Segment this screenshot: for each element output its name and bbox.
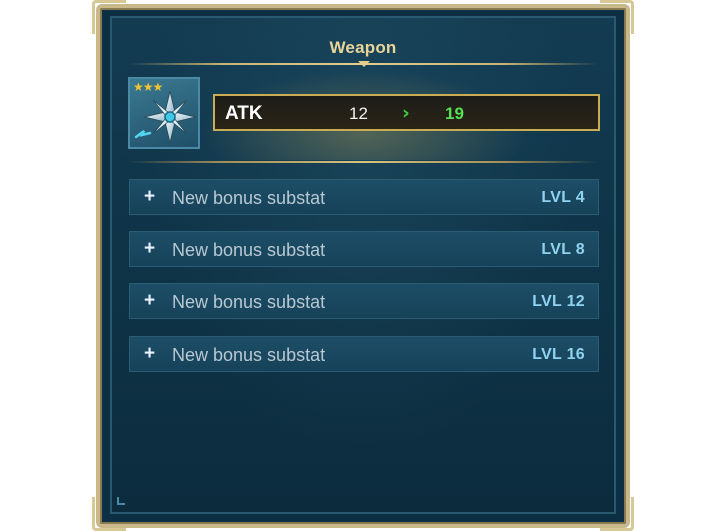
substat-level: LVL 12 — [532, 293, 585, 310]
plus-icon: + — [144, 186, 156, 207]
plus-icon: + — [144, 343, 156, 364]
substat-row: + New bonus substat LVL 16 — [129, 336, 599, 372]
substat-label: New bonus substat — [172, 188, 326, 208]
stat-divider — [128, 161, 598, 163]
substat-level: LVL 8 — [541, 241, 585, 258]
title-caret-icon — [358, 61, 370, 67]
rarity-stars-icon: ★★★ — [133, 80, 163, 94]
weapon-item-slot[interactable]: ★★★ — [128, 77, 200, 149]
substat-label: New bonus substat — [172, 240, 326, 260]
substat-row: + New bonus substat LVL 4 — [129, 179, 599, 215]
main-stat-name: ATK — [225, 103, 263, 124]
dialog-title: Weapon — [329, 38, 397, 57]
main-stat-old-value: 12 — [349, 104, 368, 123]
plus-icon: + — [144, 238, 156, 259]
plus-icon: + — [144, 290, 156, 311]
main-stat-bar: ATK 12 › 19 — [213, 94, 600, 131]
substat-level: LVL 4 — [541, 189, 585, 206]
substat-row: + New bonus substat LVL 8 — [129, 231, 599, 267]
substat-label: New bonus substat — [172, 345, 326, 365]
substat-row: + New bonus substat LVL 12 — [129, 283, 599, 319]
substat-level: LVL 16 — [532, 346, 585, 363]
panel-corner-mark — [117, 497, 125, 505]
main-stat-new-value: 19 — [445, 104, 464, 123]
increase-arrow-icon: › — [402, 102, 410, 124]
substat-label: New bonus substat — [172, 292, 326, 312]
